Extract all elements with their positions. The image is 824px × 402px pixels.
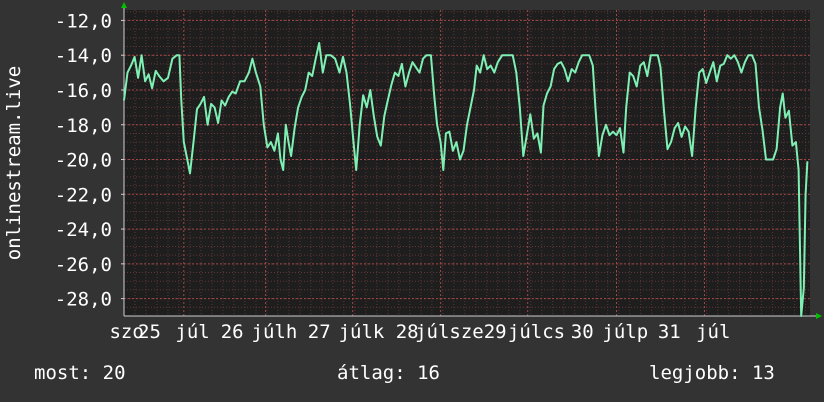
average-value: átlag: 16: [337, 362, 440, 384]
x-tick-label: 29: [484, 321, 507, 343]
y-tick-label: -18,0: [55, 115, 112, 137]
x-tick-label: júl: [175, 321, 209, 343]
x-axis-arrow: [816, 313, 822, 319]
x-tick-label: júlh: [252, 321, 298, 343]
y-tick-label: -12,0: [55, 10, 112, 32]
y-tick-label: -22,0: [55, 184, 112, 206]
x-tick-label: 31: [658, 321, 681, 343]
y-axis-ticks: -12,0 -14,0 -16,0 -18,0 -20,0 -22,0 -24,0 -26,0…: [55, 10, 124, 311]
current-value: most: 20: [34, 362, 126, 384]
x-tick-label: júlp: [602, 321, 648, 343]
x-tick-label: 27: [308, 321, 331, 343]
best-value: legjobb: 13: [649, 362, 775, 384]
x-tick-label: 25: [138, 321, 161, 343]
ping-chart: -12,0 -14,0 -16,0 -18,0 -20,0 -22,0 -24,0 -26,0…: [3, 2, 822, 343]
x-tick-label: 26: [221, 321, 244, 343]
x-tick-label: júl: [696, 321, 730, 343]
x-tick-label: júlsze: [415, 321, 484, 343]
y-axis-label: onlinestream.live: [3, 66, 25, 260]
y-tick-label: -26,0: [55, 254, 112, 276]
y-tick-label: -28,0: [55, 289, 112, 311]
x-tick-label: júlk: [339, 321, 385, 343]
y-axis-arrow: [121, 2, 127, 8]
y-tick-label: -20,0: [55, 150, 112, 172]
x-tick-label: júlcs: [508, 321, 565, 343]
y-tick-label: -14,0: [55, 45, 112, 67]
x-tick-label: 30: [571, 321, 594, 343]
y-tick-label: -16,0: [55, 80, 112, 102]
y-tick-label: -24,0: [55, 219, 112, 241]
x-axis-ticks: szo25 júl 26 júlh 27 júlk 28júlsze 29 júlcs 30 júl…: [109, 321, 730, 343]
